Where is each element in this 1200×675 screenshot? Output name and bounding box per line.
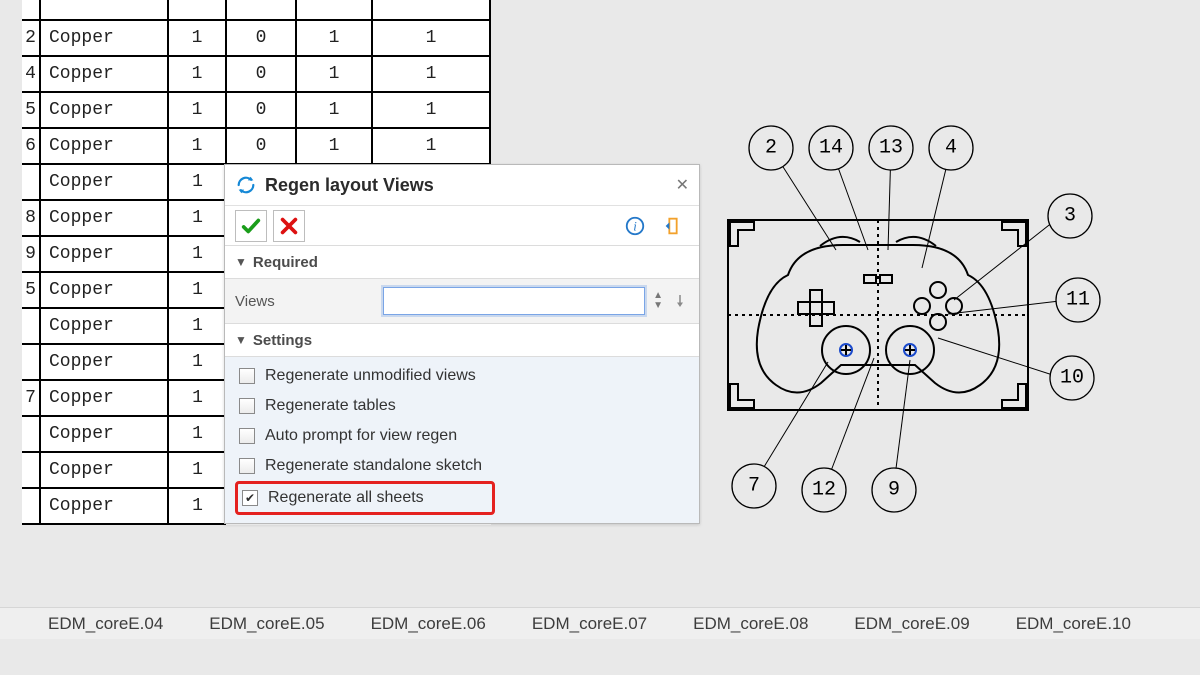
svg-text:7: 7 (748, 475, 760, 498)
sheet-tab[interactable]: EDM_coreE.10 (1016, 614, 1131, 634)
sheet-tab[interactable]: EDM_coreE.08 (693, 614, 808, 634)
balloon-10: 10 (1050, 356, 1094, 400)
part-drawing: 2 14 13 4 3 11 10 7 12 9 (638, 100, 1118, 520)
svg-text:i: i (633, 219, 637, 233)
balloon-13: 13 (869, 126, 913, 170)
setting-regenerate-unmodified-views[interactable]: Regenerate unmodified views (235, 361, 689, 391)
sheet-tab[interactable]: EDM_coreE.09 (854, 614, 969, 634)
checkbox-label: Regenerate unmodified views (265, 367, 476, 385)
balloon-3: 3 (1048, 194, 1092, 238)
regen-layout-dialog: Regen layout Views ✕ i ▼ Required Views … (224, 164, 700, 524)
disclosure-icon: ▼ (235, 333, 247, 347)
svg-text:13: 13 (879, 137, 903, 160)
balloon-4: 4 (929, 126, 973, 170)
table-row: 2Copper1011 (22, 20, 490, 56)
balloon-9: 9 (872, 468, 916, 512)
checkbox-label: Regenerate all sheets (268, 489, 424, 507)
checkbox[interactable] (239, 458, 255, 474)
svg-text:12: 12 (812, 479, 836, 502)
table-row: 6Copper1011 (22, 128, 490, 164)
sheet-tab[interactable]: EDM_coreE.06 (371, 614, 486, 634)
setting-regenerate-standalone-sketch[interactable]: Regenerate standalone sketch (235, 451, 689, 481)
balloon-2: 2 (749, 126, 793, 170)
checkbox-label: Regenerate tables (265, 397, 396, 415)
sheet-tabs: EDM_coreE.04 EDM_coreE.05 EDM_coreE.06 E… (0, 607, 1200, 639)
balloon-11: 11 (1056, 278, 1100, 322)
svg-text:2: 2 (765, 137, 777, 160)
section-required-label: Required (253, 254, 318, 271)
svg-text:10: 10 (1060, 367, 1084, 390)
checkbox-label: Regenerate standalone sketch (265, 457, 482, 475)
ok-button[interactable] (235, 210, 267, 242)
checkbox[interactable] (239, 398, 255, 414)
sheet-tab[interactable]: EDM_coreE.05 (209, 614, 324, 634)
checkbox[interactable] (239, 368, 255, 384)
table-row: 5Copper1011 (22, 92, 490, 128)
disclosure-icon: ▼ (235, 255, 247, 269)
views-label: Views (235, 293, 375, 310)
checkbox[interactable] (242, 490, 258, 506)
dialog-title: Regen layout Views (265, 175, 434, 196)
setting-auto-prompt-for-view-regen[interactable]: Auto prompt for view regen (235, 421, 689, 451)
section-settings-label: Settings (253, 332, 312, 349)
balloon-14: 14 (809, 126, 853, 170)
regen-icon (235, 174, 257, 196)
sheet-tab[interactable]: EDM_coreE.04 (48, 614, 163, 634)
section-settings[interactable]: ▼ Settings (225, 323, 699, 357)
setting-regenerate-all-sheets[interactable]: Regenerate all sheets (235, 481, 495, 515)
svg-text:9: 9 (888, 479, 900, 502)
svg-text:4: 4 (945, 137, 957, 160)
views-input[interactable] (383, 287, 645, 315)
svg-text:14: 14 (819, 137, 843, 160)
setting-regenerate-tables[interactable]: Regenerate tables (235, 391, 689, 421)
checkbox-label: Auto prompt for view regen (265, 427, 457, 445)
svg-text:11: 11 (1066, 289, 1090, 312)
balloon-7: 7 (732, 464, 776, 508)
checkbox[interactable] (239, 428, 255, 444)
cancel-button[interactable] (273, 210, 305, 242)
settings-list: Regenerate unmodified views Regenerate ta… (225, 357, 699, 523)
svg-text:3: 3 (1064, 205, 1076, 228)
balloon-12: 12 (802, 468, 846, 512)
section-required[interactable]: ▼ Required (225, 245, 699, 279)
table-row: 4Copper1011 (22, 56, 490, 92)
sheet-tab[interactable]: EDM_coreE.07 (532, 614, 647, 634)
